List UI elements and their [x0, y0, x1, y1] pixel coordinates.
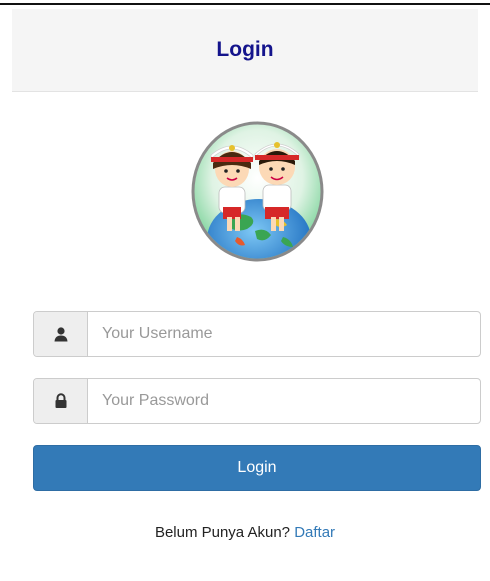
school-logo-image [191, 121, 324, 262]
username-input-group [33, 311, 481, 357]
password-input-group [33, 378, 481, 424]
page-title: Login [216, 38, 274, 61]
top-divider [0, 3, 490, 5]
signup-prompt-text: Belum Punya Akun? [154, 524, 291, 541]
signup-prompt: Belum Punya Akun? Daftar [0, 524, 490, 541]
user-icon [34, 312, 88, 356]
signup-link[interactable]: Daftar [294, 524, 335, 541]
login-button[interactable]: Login [33, 445, 481, 491]
username-input[interactable] [88, 312, 480, 356]
panel-header: Login [12, 9, 478, 92]
lock-icon [34, 379, 88, 423]
password-input[interactable] [88, 379, 480, 423]
login-page: Login Your Username Login Belum Punya Ak… [0, 0, 490, 581]
